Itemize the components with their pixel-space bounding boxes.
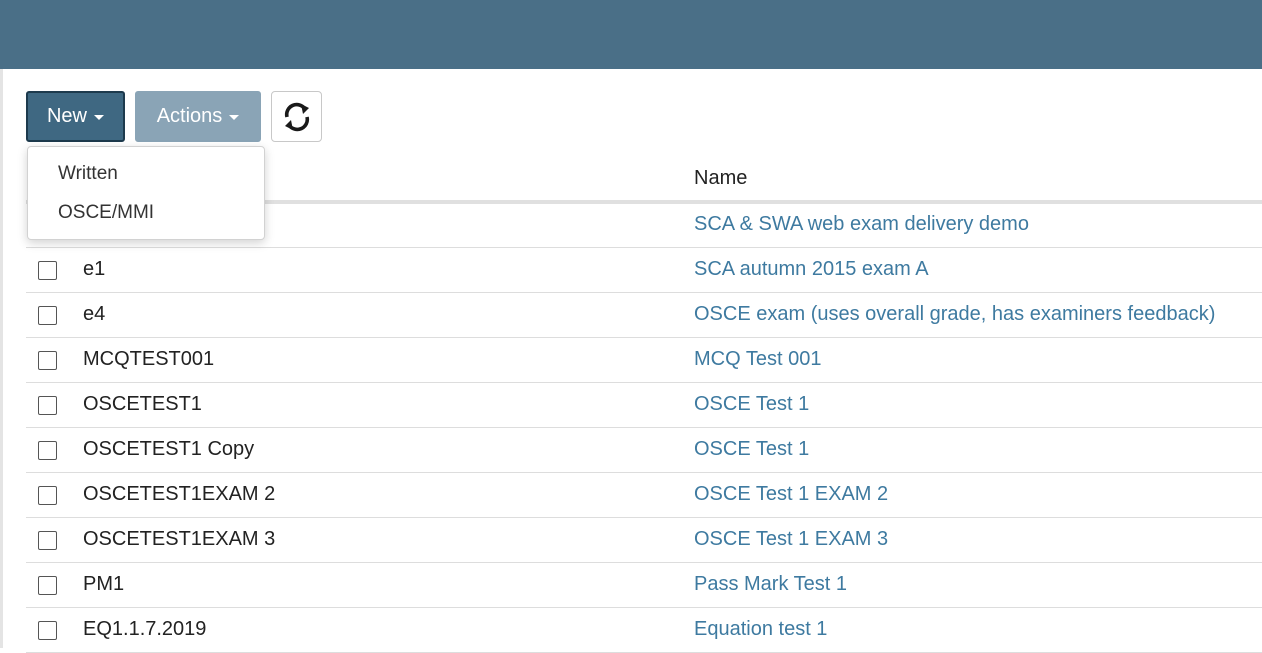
table-row: e1 SCA autumn 2015 exam A (26, 248, 1262, 293)
caret-down-icon (229, 115, 240, 120)
row-checkbox[interactable] (38, 306, 57, 325)
table-row: EQ1.1.7.2019 Equation test 1 (26, 608, 1262, 653)
row-checkbox[interactable] (38, 351, 57, 370)
menu-item-osce-mmi[interactable]: OSCE/MMI (58, 202, 154, 224)
table-row: OSCETEST1 OSCE Test 1 (26, 383, 1262, 428)
row-code: OSCETEST1EXAM 2 (83, 483, 276, 505)
table-row: OSCETEST1EXAM 3 OSCE Test 1 EXAM 3 (26, 518, 1262, 563)
row-name-link[interactable]: MCQ Test 001 (694, 348, 821, 371)
actions-button-label: Actions (156, 105, 223, 127)
row-name-link[interactable]: OSCE Test 1 EXAM 2 (694, 483, 888, 506)
refresh-button[interactable] (271, 91, 322, 142)
row-name-link[interactable]: SCA & SWA web exam delivery demo (694, 213, 1029, 236)
row-name-link[interactable]: OSCE Test 1 (694, 438, 809, 461)
new-dropdown-menu: Written OSCE/MMI (27, 146, 265, 240)
refresh-icon (284, 102, 309, 131)
caret-down-icon (94, 115, 104, 120)
row-checkbox[interactable] (38, 486, 57, 505)
row-name-link[interactable]: Pass Mark Test 1 (694, 573, 847, 596)
row-name-link[interactable]: OSCE Test 1 EXAM 3 (694, 528, 888, 551)
top-header-bar (0, 0, 1262, 69)
row-checkbox[interactable] (38, 396, 57, 415)
row-code: OSCETEST1 Copy (83, 438, 255, 460)
table-row: OSCETEST1 Copy OSCE Test 1 (26, 428, 1262, 473)
left-edge-divider (0, 69, 3, 648)
column-header-name[interactable]: Name (694, 167, 747, 190)
new-button-label: New (46, 105, 87, 127)
actions-button[interactable]: Actions (135, 91, 261, 142)
table-row: PM1 Pass Mark Test 1 (26, 563, 1262, 608)
row-code: e1 (83, 258, 106, 280)
row-checkbox[interactable] (38, 441, 57, 460)
row-name-link[interactable]: OSCE exam (uses overall grade, has exami… (694, 303, 1215, 326)
row-code: OSCETEST1EXAM 3 (83, 528, 276, 550)
row-code: OSCETEST1 (83, 393, 202, 415)
row-name-link[interactable]: OSCE Test 1 (694, 393, 809, 416)
row-name-link[interactable]: SCA autumn 2015 exam A (694, 258, 929, 281)
row-checkbox[interactable] (38, 531, 57, 550)
table-row: e4 OSCE exam (uses overall grade, has ex… (26, 293, 1262, 338)
row-name-link[interactable]: Equation test 1 (694, 618, 827, 641)
table-row: OSCETEST1EXAM 2 OSCE Test 1 EXAM 2 (26, 473, 1262, 518)
row-code: PM1 (83, 573, 125, 595)
row-code: EQ1.1.7.2019 (83, 618, 207, 640)
table-row: MCQTEST001 MCQ Test 001 (26, 338, 1262, 383)
menu-item-written[interactable]: Written (58, 163, 118, 185)
new-button[interactable]: New (26, 91, 125, 142)
row-checkbox[interactable] (38, 261, 57, 280)
row-code: MCQTEST001 (83, 348, 215, 370)
row-checkbox[interactable] (38, 576, 57, 595)
row-checkbox[interactable] (38, 621, 57, 640)
row-code: e4 (83, 303, 106, 325)
